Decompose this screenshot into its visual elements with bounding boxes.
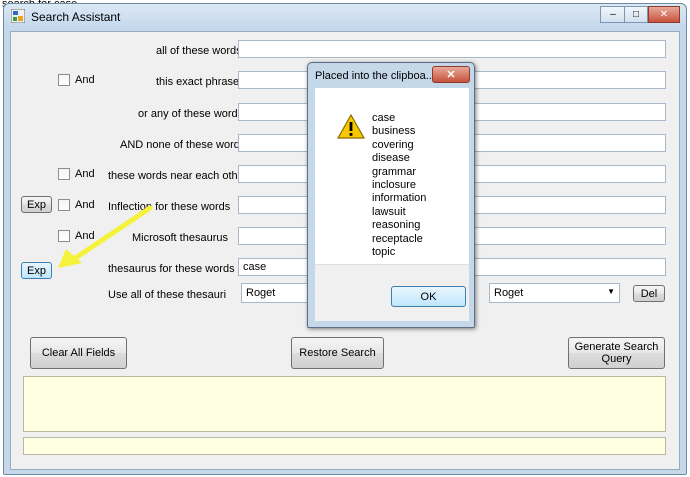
list-item: grammar bbox=[372, 165, 417, 178]
close-icon: ✕ bbox=[446, 69, 456, 81]
label-near-words: these words near each other bbox=[108, 170, 248, 182]
ok-button[interactable]: OK bbox=[391, 286, 466, 307]
clipboard-word-list: case business covering disease grammar i… bbox=[372, 112, 426, 259]
and-label: And bbox=[75, 199, 95, 211]
generate-search-query-button[interactable]: Generate Search Query bbox=[568, 337, 665, 369]
label-none-words: AND none of these words bbox=[120, 139, 246, 151]
label-use-thesauri: Use all of these thesauri bbox=[108, 289, 227, 301]
label-all-words: all of these words bbox=[156, 45, 242, 57]
label-thesaurus-words: thesaurus for these words bbox=[108, 263, 235, 275]
and-checkbox-inflection[interactable] bbox=[58, 199, 70, 211]
list-item: covering bbox=[372, 138, 414, 151]
minimize-icon: – bbox=[610, 9, 616, 20]
results-area[interactable] bbox=[23, 376, 666, 432]
and-label: And bbox=[75, 230, 95, 242]
and-checkbox-phrase[interactable] bbox=[58, 74, 70, 86]
list-item: information bbox=[372, 192, 427, 205]
thesaurus-right-value: Roget bbox=[494, 287, 524, 299]
label-ms-thesaurus: Microsoft thesaurus bbox=[132, 232, 228, 244]
list-item: inclosure bbox=[372, 179, 417, 192]
window-title: Search Assistant bbox=[31, 10, 121, 24]
maximize-icon: □ bbox=[632, 9, 640, 20]
close-icon: ✕ bbox=[659, 9, 669, 20]
title-bar[interactable]: Search Assistant – □ ✕ bbox=[4, 4, 686, 28]
and-checkbox-ms-thesaurus[interactable] bbox=[58, 230, 70, 242]
dialog-body: case business covering disease grammar i… bbox=[315, 88, 469, 264]
dialog-close-button[interactable]: ✕ bbox=[432, 66, 470, 83]
exp-thesaurus-button[interactable]: Exp bbox=[21, 262, 52, 279]
thesaurus-left-value: Roget bbox=[246, 287, 276, 299]
all-words-input[interactable] bbox=[238, 40, 666, 58]
dialog-title: Placed into the clipboa... bbox=[315, 70, 433, 82]
label-exact-phrase: this exact phrase bbox=[156, 76, 240, 88]
clipboard-dialog: Placed into the clipboa... ✕ case busine… bbox=[307, 62, 475, 328]
list-item: disease bbox=[372, 152, 410, 165]
list-item: topic bbox=[372, 246, 396, 259]
warning-icon bbox=[337, 114, 365, 139]
clear-all-fields-button[interactable]: Clear All Fields bbox=[30, 337, 127, 369]
del-button[interactable]: Del bbox=[633, 285, 665, 302]
minimize-button[interactable]: – bbox=[600, 6, 626, 23]
list-item: receptacle bbox=[372, 232, 423, 245]
dropdown-arrow-icon: ▼ bbox=[607, 287, 615, 296]
and-checkbox-near[interactable] bbox=[58, 168, 70, 180]
label-inflection: Inflection for these words bbox=[108, 201, 231, 213]
thesaurus-select-right[interactable]: Roget ▼ bbox=[489, 283, 620, 303]
list-item: case bbox=[372, 112, 396, 124]
restore-search-button[interactable]: Restore Search bbox=[291, 337, 384, 369]
list-item: business bbox=[372, 125, 416, 138]
and-label: And bbox=[75, 168, 95, 180]
maximize-button[interactable]: □ bbox=[624, 6, 648, 23]
app-icon bbox=[11, 9, 25, 23]
status-area bbox=[23, 437, 666, 455]
close-button[interactable]: ✕ bbox=[648, 6, 680, 23]
dialog-footer: OK bbox=[315, 264, 469, 321]
exp-inflection-button[interactable]: Exp bbox=[21, 196, 52, 213]
label-any-words: or any of these words bbox=[138, 108, 244, 120]
and-label: And bbox=[75, 74, 95, 86]
list-item: lawsuit bbox=[372, 205, 406, 218]
list-item: reasoning bbox=[372, 219, 421, 232]
